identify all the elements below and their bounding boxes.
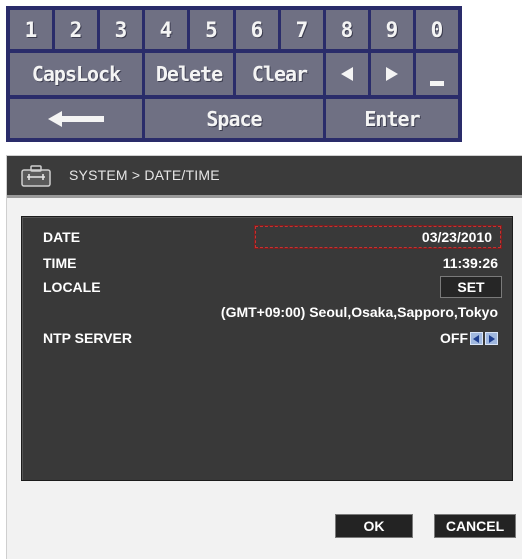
key-7[interactable]: 7 (281, 10, 323, 49)
locale-set-button[interactable]: SET (440, 276, 502, 298)
time-label: TIME (43, 255, 77, 271)
left-triangle-icon (473, 334, 479, 343)
key-2[interactable]: 2 (55, 10, 97, 49)
key-5[interactable]: 5 (190, 10, 233, 49)
cancel-button[interactable]: CANCEL (434, 514, 516, 538)
key-3[interactable]: 3 (100, 10, 142, 49)
underscore-key[interactable] (416, 53, 458, 95)
left-triangle-key[interactable] (326, 53, 368, 95)
key-0[interactable]: 0 (416, 10, 458, 49)
caps-lock-key[interactable]: CapsLock (10, 53, 142, 95)
key-1[interactable]: 1 (10, 10, 52, 49)
key-4[interactable]: 4 (145, 10, 187, 49)
locale-label: LOCALE (43, 279, 101, 295)
settings-panel: DATE 03/23/2010 TIME 11:39:26 LOCALE SET… (21, 216, 513, 481)
left-triangle-icon (341, 67, 353, 81)
ntp-prev-button[interactable] (470, 332, 483, 345)
date-field[interactable]: 03/23/2010 (254, 225, 502, 249)
right-triangle-key[interactable] (371, 53, 413, 95)
left-arrow-icon (48, 110, 104, 127)
system-toolbox-icon (21, 165, 51, 187)
locale-value: (GMT+09:00) Seoul,Osaka,Sapporo,Tokyo (220, 304, 498, 320)
dialog-titlebar: SYSTEM > DATE/TIME (7, 156, 522, 198)
on-screen-keyboard: 1 2 3 4 5 6 7 8 9 0 CapsLock Delete Clea… (6, 6, 462, 142)
key-6[interactable]: 6 (236, 10, 278, 49)
ntp-server-label: NTP SERVER (43, 330, 132, 346)
right-triangle-icon (386, 67, 398, 81)
time-field[interactable]: 11:39:26 (443, 255, 498, 271)
dialog-title: SYSTEM > DATE/TIME (69, 167, 220, 183)
underscore-icon (430, 81, 444, 86)
enter-key[interactable]: Enter (326, 99, 458, 138)
ntp-next-button[interactable] (485, 332, 498, 345)
key-9[interactable]: 9 (371, 10, 413, 49)
date-label: DATE (43, 229, 81, 245)
ntp-server-value: OFF (440, 330, 468, 346)
backspace-key[interactable] (10, 99, 142, 138)
ok-button[interactable]: OK (335, 514, 413, 538)
delete-key[interactable]: Delete (145, 53, 233, 95)
date-time-dialog: SYSTEM > DATE/TIME DATE 03/23/2010 TIME … (6, 155, 522, 559)
clear-key[interactable]: Clear (236, 53, 323, 95)
space-key[interactable]: Space (145, 99, 323, 138)
key-8[interactable]: 8 (326, 10, 368, 49)
right-triangle-icon (489, 334, 495, 343)
